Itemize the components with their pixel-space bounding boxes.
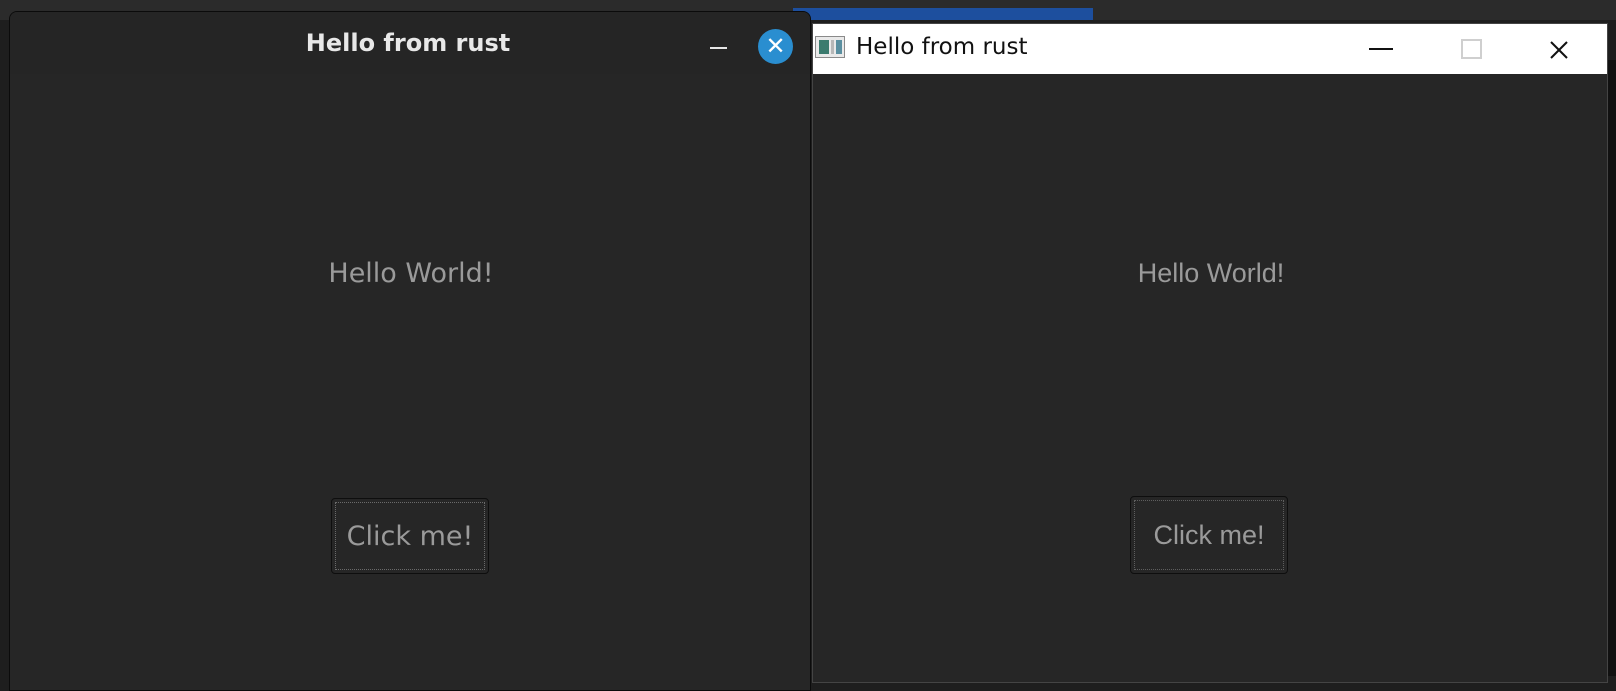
window-title-text: Hello from rust (305, 29, 511, 57)
minimize-icon[interactable] (710, 47, 727, 49)
app-icon[interactable] (815, 36, 845, 58)
windows-app-window: Hello from rust Hello World! Click me! (812, 23, 1608, 683)
close-icon[interactable]: ✕ (758, 29, 793, 64)
hello-label: Hello World! (1137, 258, 1285, 288)
click-me-button[interactable]: Click me! (331, 498, 489, 574)
close-icon[interactable] (1543, 34, 1575, 66)
click-me-button-label: Click me! (1134, 500, 1284, 570)
window-titlebar[interactable]: Hello from rust ✕ (10, 12, 810, 74)
linux-app-window: Hello from rust ✕ Hello World! Click me! (9, 11, 811, 691)
hello-label: Hello World! (328, 258, 494, 289)
window-titlebar[interactable]: Hello from rust (813, 24, 1607, 74)
background-taskbar-highlight (793, 8, 1093, 20)
click-me-button-label: Click me! (335, 502, 485, 570)
minimize-icon[interactable] (1369, 48, 1393, 50)
click-me-button[interactable]: Click me! (1130, 496, 1288, 574)
window-title: Hello from rust (856, 34, 1028, 60)
maximize-icon[interactable] (1461, 39, 1482, 59)
window-title: Hello from rust (10, 29, 810, 57)
